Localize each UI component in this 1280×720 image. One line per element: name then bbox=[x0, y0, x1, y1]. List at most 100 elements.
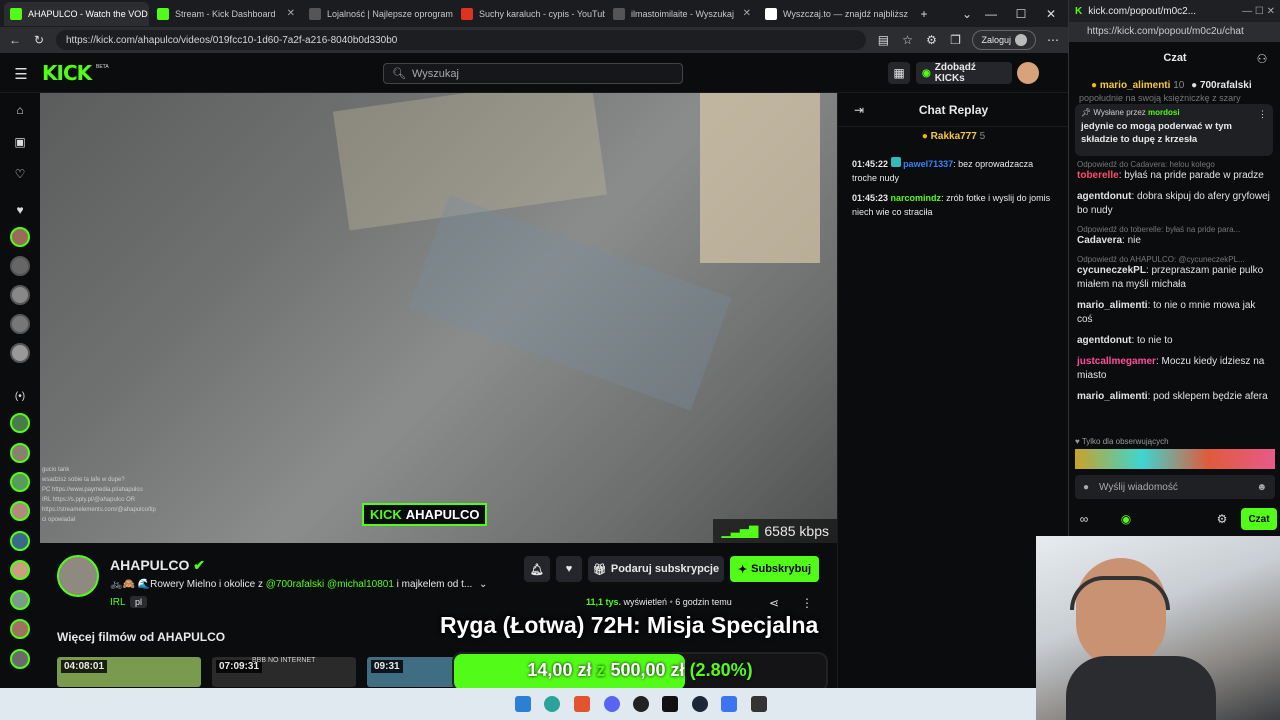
user-list-icon[interactable]: ⚇ bbox=[1255, 52, 1269, 66]
minimize-icon[interactable]: — bbox=[984, 7, 998, 21]
reload-icon[interactable]: ↻ bbox=[32, 33, 46, 47]
video-thumbnail[interactable]: 07:09:31 BBB NO INTERNET bbox=[212, 657, 356, 687]
streamer-shirt bbox=[1066, 656, 1216, 720]
notifications-bell-icon[interactable]: 🔔︎ bbox=[524, 556, 550, 582]
more-menu-icon[interactable]: ⋯ bbox=[1046, 33, 1060, 47]
sidebar-channel-avatar[interactable] bbox=[10, 649, 30, 669]
sidebar-channel-avatar[interactable] bbox=[10, 531, 30, 551]
sidebar-channel-avatar[interactable] bbox=[10, 314, 30, 334]
video-player[interactable]: gucio tank wsadzisz sobie ta lafe w dupe… bbox=[40, 93, 837, 543]
share-icon[interactable]: ⋖ bbox=[767, 596, 781, 610]
close-icon[interactable]: ✕ bbox=[743, 8, 751, 19]
video-thumbnail[interactable]: 04:08:01 bbox=[57, 657, 201, 687]
sidebar-channel-avatar[interactable] bbox=[10, 501, 30, 521]
close-icon[interactable]: ✕ bbox=[287, 8, 295, 19]
browser-tab-5[interactable]: Wyszczaj.to — znajdź najbliższ✕ bbox=[759, 2, 909, 26]
heart-icon: ♥ bbox=[1075, 437, 1080, 446]
window-controls-icon[interactable]: — ☐ ✕ bbox=[1242, 6, 1275, 17]
app-icon[interactable] bbox=[751, 696, 767, 712]
start-menu-icon[interactable] bbox=[515, 696, 531, 712]
browser-tab-4[interactable]: ilmastoimilaite - Wyszukaj ✕ bbox=[607, 2, 757, 26]
sidebar-channel-avatar[interactable] bbox=[10, 472, 30, 492]
chat-features-icon[interactable]: ∞ bbox=[1077, 512, 1091, 526]
kick-logo[interactable]: KICK bbox=[42, 61, 92, 85]
window-close-icon[interactable]: ✕ bbox=[1044, 7, 1058, 21]
browser-tab-2[interactable]: Lojalność | Najlepsze oprogram✕ bbox=[303, 2, 453, 26]
home-icon[interactable]: ⌂ bbox=[13, 103, 27, 117]
app-icon[interactable] bbox=[721, 696, 737, 712]
browser-tab-3[interactable]: Suchy karaluch - cypis - YouTub✕ bbox=[455, 2, 605, 26]
sidebar-channel-avatar[interactable] bbox=[10, 285, 30, 305]
taskbar bbox=[0, 688, 1036, 720]
webcam-overlay bbox=[1036, 536, 1280, 720]
coin-icon: ● bbox=[1091, 80, 1098, 91]
video-title: 🚲🙈 🌊Rowery Mielno i okolice z @700rafals… bbox=[110, 579, 488, 590]
browser-tab-0[interactable]: AHAPULCO - Watch the VOD✕ bbox=[4, 1, 149, 26]
kick-favicon-icon bbox=[10, 7, 22, 20]
bitrate-indicator: ▁▃▅▇ 6585 kbps bbox=[713, 519, 837, 543]
back-icon[interactable]: ← bbox=[8, 33, 22, 47]
discord-icon[interactable] bbox=[604, 696, 620, 712]
followers-only-notice: ♥ Tylko dla obserwujących bbox=[1075, 437, 1169, 446]
url-field[interactable]: https://kick.com/ahapulco/videos/019fcc1… bbox=[56, 30, 867, 50]
tab-list-icon[interactable]: ⌄ bbox=[960, 7, 974, 21]
following-icon[interactable]: ♡ bbox=[13, 167, 27, 181]
send-chat-button[interactable]: Czat bbox=[1241, 508, 1277, 530]
emoji-icon[interactable]: ☻ bbox=[1256, 482, 1267, 493]
extensions-icon[interactable]: ⚙ bbox=[924, 33, 938, 47]
sidebar-channel-avatar[interactable] bbox=[10, 413, 30, 433]
sidebar-channel-avatar[interactable] bbox=[10, 560, 30, 580]
sidebar-channel-avatar[interactable] bbox=[10, 256, 30, 276]
steam-icon[interactable] bbox=[692, 696, 708, 712]
dashboard-icon[interactable]: ▦ bbox=[888, 62, 910, 84]
emote-bar[interactable] bbox=[1075, 449, 1275, 469]
pin-icon: 📌︎ bbox=[1081, 108, 1092, 117]
chevron-down-icon[interactable]: ⌄ bbox=[479, 579, 487, 590]
channel-avatar[interactable] bbox=[57, 555, 99, 597]
follow-heart-icon[interactable]: ♥ bbox=[556, 556, 582, 582]
sidebar-channel-avatar[interactable] bbox=[10, 343, 30, 363]
stream-goal-title: Ryga (Łotwa) 72H: Misja Specjalna bbox=[440, 612, 819, 638]
settings-gear-icon[interactable]: ⚙ bbox=[1215, 512, 1229, 526]
sidebar-channel-avatar[interactable] bbox=[10, 619, 30, 639]
subscribe-button[interactable]: ✦ Subskrybuj bbox=[730, 556, 819, 582]
new-tab-icon[interactable]: + bbox=[917, 7, 931, 21]
more-options-icon[interactable]: ⋮ bbox=[1258, 109, 1267, 120]
kick-badge-icon[interactable]: ◉ bbox=[1119, 512, 1133, 526]
left-sidebar: ⌂ ▣ ♡ ♥ (•) bbox=[0, 93, 40, 688]
hamburger-menu-icon[interactable]: ☰ bbox=[14, 65, 28, 83]
maximize-icon[interactable]: ☐ bbox=[1014, 7, 1028, 21]
brave-icon[interactable] bbox=[574, 696, 590, 712]
browser-tab-1[interactable]: Stream - Kick Dashboard ✕ bbox=[151, 2, 301, 26]
language-tag: pl bbox=[130, 596, 148, 608]
chat-replay-title: Chat Replay bbox=[918, 103, 989, 117]
more-options-icon[interactable]: ⋮ bbox=[800, 596, 814, 610]
browse-icon[interactable]: ▣ bbox=[13, 135, 27, 149]
chat-message-input[interactable]: ● Wyślij wiadomość ☻ bbox=[1075, 475, 1275, 499]
user-avatar[interactable] bbox=[1017, 62, 1039, 84]
sidebar-channel-avatar[interactable] bbox=[10, 443, 30, 463]
collections-icon[interactable]: ❐ bbox=[948, 33, 962, 47]
favorite-star-icon[interactable]: ☆ bbox=[900, 33, 914, 47]
search-icon: 🔍︎ bbox=[392, 68, 406, 80]
category-link[interactable]: IRL bbox=[110, 597, 126, 608]
cut-message: popołudnie na swoją księżniczkę z szary bbox=[1079, 93, 1241, 103]
sidebar-channel-avatar[interactable] bbox=[10, 590, 30, 610]
get-kicks-button[interactable]: ◉ Zdobądź KICKs bbox=[916, 62, 1012, 84]
page-favicon-icon bbox=[309, 7, 321, 20]
epic-games-icon[interactable] bbox=[662, 696, 678, 712]
login-button[interactable]: Zaloguj bbox=[972, 30, 1036, 50]
profile-avatar-icon bbox=[1015, 34, 1027, 46]
obs-icon[interactable] bbox=[633, 696, 649, 712]
search-input[interactable]: 🔍︎ Wyszukaj bbox=[383, 63, 683, 84]
gift-subscriptions-button[interactable]: 🎁︎ Podaruj subskrypcje bbox=[588, 556, 724, 582]
tab-bar: AHAPULCO - Watch the VOD✕ Stream - Kick … bbox=[0, 0, 1068, 27]
reader-icon[interactable]: ▤ bbox=[876, 33, 890, 47]
sidebar-channel-avatar[interactable] bbox=[10, 227, 30, 247]
popout-url-field[interactable]: https://kick.com/popout/m0c2u/chat bbox=[1069, 22, 1280, 42]
coin-icon: ● bbox=[1191, 80, 1198, 91]
address-bar: ← ↻ https://kick.com/ahapulco/videos/019… bbox=[0, 27, 1068, 53]
channel-name[interactable]: AHAPULCO ✔ bbox=[110, 557, 205, 574]
chat-icon: ● bbox=[1083, 481, 1090, 493]
edge-icon[interactable] bbox=[544, 696, 560, 712]
